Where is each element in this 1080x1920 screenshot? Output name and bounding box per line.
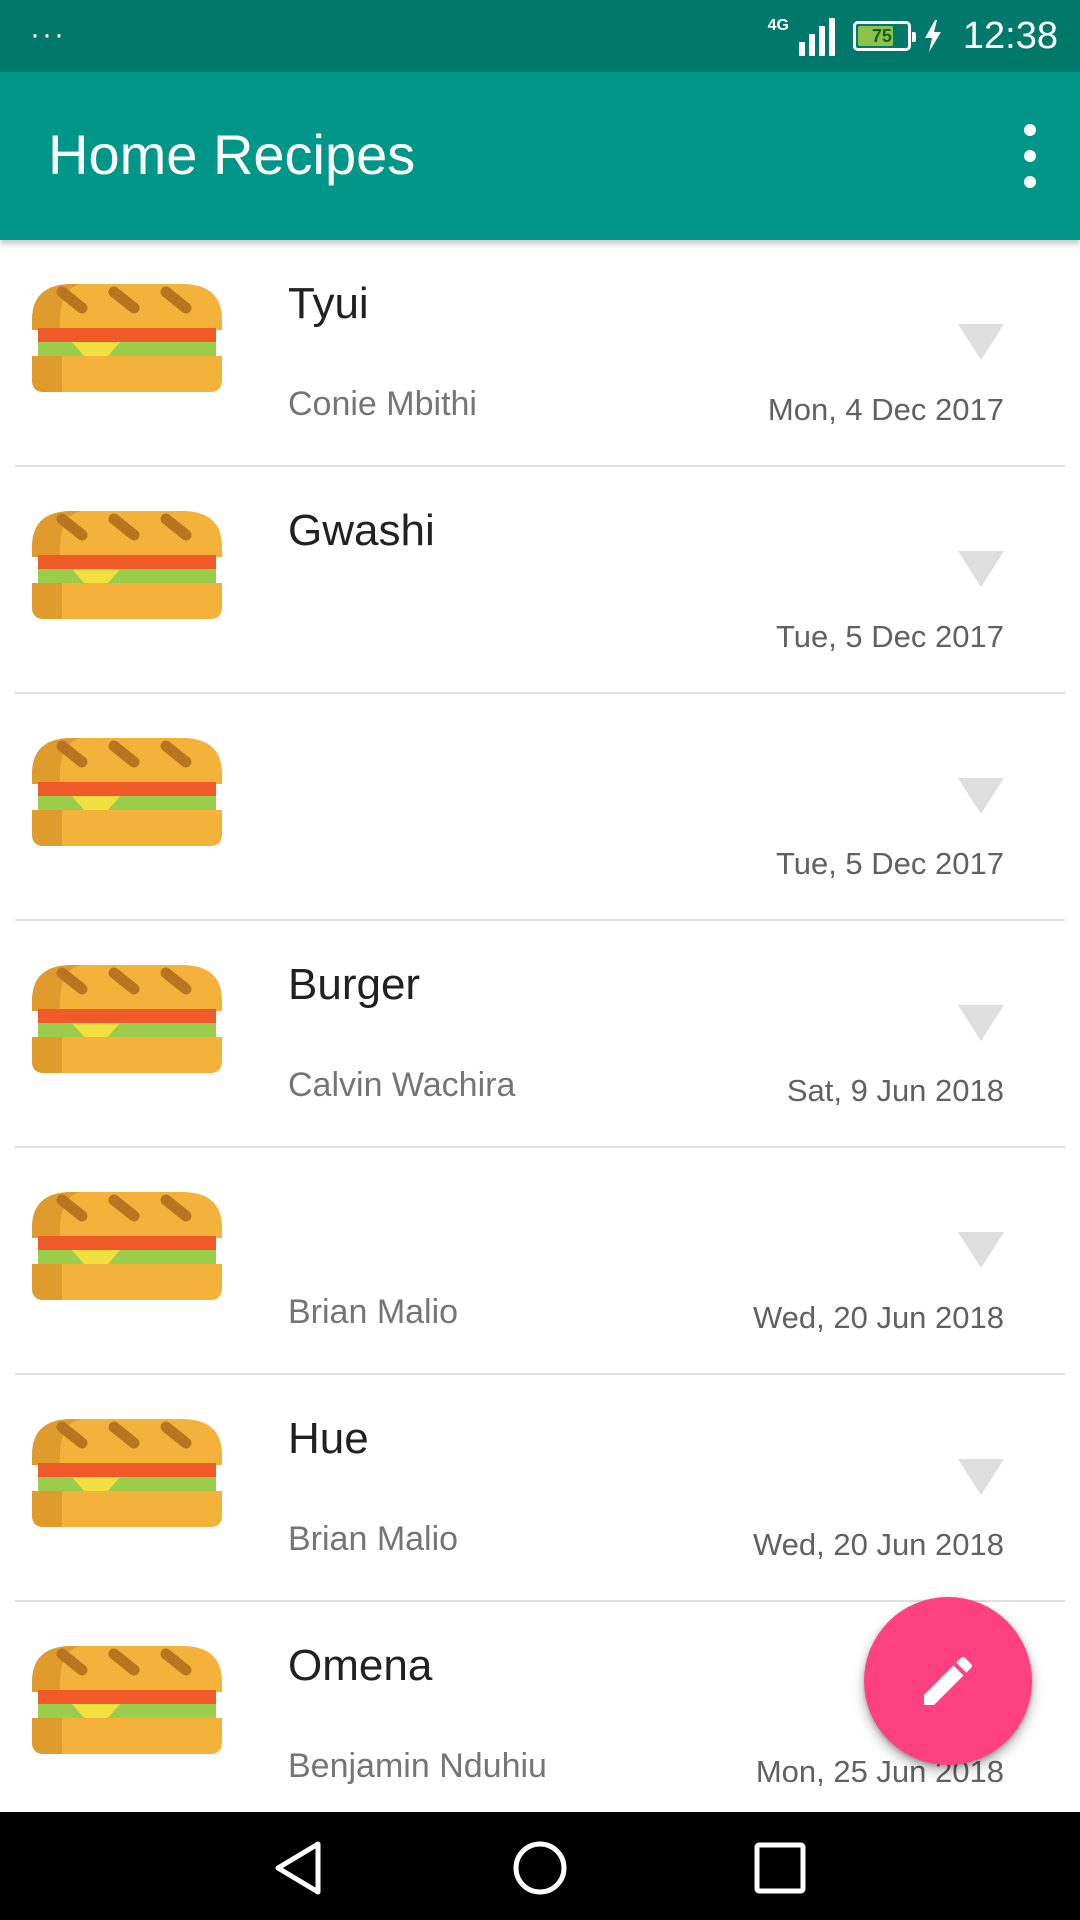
back-icon[interactable] (272, 1840, 328, 1896)
charging-icon (924, 20, 941, 52)
battery-level: 75 (871, 26, 892, 46)
recipe-date: Wed, 20 Jun 2018 (752, 1300, 1004, 1335)
recipe-name: Tyui (288, 279, 369, 328)
recipe-author: Brian Malio (288, 1293, 459, 1331)
sandwich-icon (32, 1192, 222, 1300)
clock: 12:38 (962, 14, 1058, 57)
app-title: Home Recipes (48, 123, 416, 186)
expand-arrow-icon[interactable] (958, 1459, 1004, 1495)
recipe-name: Hue (288, 1414, 369, 1463)
recipe-date: Wed, 20 Jun 2018 (752, 1527, 1004, 1562)
more-vert-icon[interactable] (1010, 124, 1050, 188)
sandwich-icon (32, 1646, 222, 1754)
recipe-list-item[interactable]: Burger Calvin Wachira Sat, 9 Jun 2018 (0, 921, 1080, 1148)
sandwich-icon (32, 284, 222, 392)
app-bar: Home Recipes (0, 72, 1080, 240)
recipe-name: Omena (288, 1641, 433, 1690)
status-indicators: 4G 75 12:38 (768, 12, 1058, 60)
sandwich-icon (32, 738, 222, 846)
expand-arrow-icon[interactable] (958, 324, 1004, 360)
recents-icon[interactable] (752, 1840, 808, 1896)
status-bar: ··· 4G 75 12:38 (0, 0, 1080, 72)
recipe-date: Sat, 9 Jun 2018 (786, 1073, 1004, 1108)
edit-pencil-icon (924, 1656, 973, 1705)
recipe-date: Tue, 5 Dec 2017 (775, 846, 1004, 881)
notification-dots: ··· (30, 18, 66, 51)
expand-arrow-icon[interactable] (958, 1232, 1004, 1268)
network-type-label: 4G (767, 17, 789, 34)
recipe-list-item[interactable]: Brian Malio Wed, 20 Jun 2018 (0, 1148, 1080, 1375)
recipe-list-item[interactable]: Hue Brian Malio Wed, 20 Jun 2018 (0, 1375, 1080, 1602)
edit-fab-button[interactable] (864, 1597, 1032, 1765)
expand-arrow-icon[interactable] (958, 551, 1004, 587)
recipe-author: Conie Mbithi (288, 385, 477, 423)
recipe-author: Benjamin Nduhiu (288, 1747, 547, 1785)
sandwich-icon (32, 965, 222, 1073)
recipe-date: Tue, 5 Dec 2017 (775, 619, 1004, 654)
recipe-list: Tyui Conie Mbithi Mon, 4 Dec 2017 Gwashi… (0, 240, 1080, 1812)
signal-icon (798, 16, 835, 56)
battery-icon: 75 (852, 21, 916, 51)
recipe-name: Burger (288, 960, 421, 1009)
recipe-list-item[interactable]: Gwashi Tue, 5 Dec 2017 (0, 467, 1080, 694)
system-nav-bar (0, 1812, 1080, 1920)
sandwich-icon (32, 1419, 222, 1527)
recipe-name: Gwashi (288, 506, 435, 555)
expand-arrow-icon[interactable] (958, 778, 1004, 814)
home-icon[interactable] (512, 1840, 568, 1896)
recipe-author: Calvin Wachira (288, 1066, 516, 1104)
recipe-list-item[interactable]: Tyui Conie Mbithi Mon, 4 Dec 2017 (0, 240, 1080, 467)
sandwich-icon (32, 511, 222, 619)
expand-arrow-icon[interactable] (958, 1005, 1004, 1041)
recipe-author: Brian Malio (288, 1520, 459, 1558)
recipe-date: Mon, 4 Dec 2017 (767, 392, 1004, 427)
recipe-list-item[interactable]: Tue, 5 Dec 2017 (0, 694, 1080, 921)
